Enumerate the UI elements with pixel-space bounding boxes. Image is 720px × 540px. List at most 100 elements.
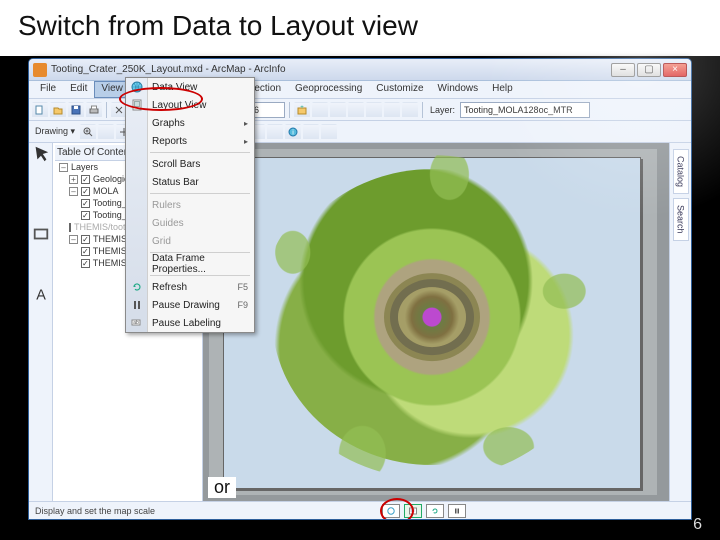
checkbox[interactable]: ✓: [81, 199, 90, 208]
select-elements-icon[interactable]: [267, 124, 283, 140]
catalog-icon[interactable]: [348, 102, 364, 118]
menu-pause-drawing[interactable]: Pause Drawing F9: [126, 296, 254, 314]
toc-layers[interactable]: Layers: [71, 162, 98, 172]
draw-tools-palette: A: [29, 143, 53, 501]
menu-item-label: Guides: [152, 218, 184, 229]
app-icon: [33, 63, 47, 77]
menu-item-label: Status Bar: [152, 177, 199, 188]
view-toggle-buttons: [382, 504, 466, 518]
menu-statusbar[interactable]: Status Bar: [126, 173, 254, 191]
zoom-out-icon[interactable]: [98, 124, 114, 140]
drawing-label: Drawing ▾: [32, 126, 78, 137]
python-icon[interactable]: [384, 102, 400, 118]
menu-scrollbars[interactable]: Scroll Bars: [126, 155, 254, 173]
expand-icon[interactable]: –: [69, 235, 78, 244]
new-icon[interactable]: [32, 102, 48, 118]
expand-icon[interactable]: +: [69, 175, 78, 184]
menu-item-label: Layout View: [152, 100, 206, 111]
statusbar: Display and set the map scale: [29, 501, 691, 519]
menu-refresh[interactable]: Refresh F5: [126, 278, 254, 296]
polygon-icon[interactable]: [32, 245, 50, 263]
refresh-icon: [130, 280, 144, 294]
svg-text:+: +: [300, 105, 304, 111]
checkbox[interactable]: ✓: [81, 259, 90, 268]
text-icon[interactable]: A: [32, 285, 50, 303]
print-icon[interactable]: [86, 102, 102, 118]
marker-icon[interactable]: [32, 305, 50, 323]
identify-icon[interactable]: i: [285, 124, 301, 140]
menu-item-label: Graphs: [152, 118, 185, 129]
rectangle-icon[interactable]: [32, 225, 50, 243]
layer-label: Layer:: [427, 105, 458, 115]
svg-text:ab: ab: [133, 320, 139, 326]
checkbox[interactable]: ✓: [81, 235, 90, 244]
menu-windows[interactable]: Windows: [431, 81, 486, 98]
editor-icon[interactable]: [312, 102, 328, 118]
menu-graphs[interactable]: Graphs ▸: [126, 114, 254, 132]
menu-reports[interactable]: Reports ▸: [126, 132, 254, 150]
menu-item-label: Pause Labeling: [152, 318, 221, 329]
zoom-in-icon[interactable]: [80, 124, 96, 140]
label-icon: ab: [130, 316, 144, 330]
edit-vertices-icon[interactable]: [32, 325, 50, 343]
expand-icon[interactable]: –: [59, 163, 68, 172]
measure-icon[interactable]: [321, 124, 337, 140]
menu-item-label: Grid: [152, 236, 171, 247]
menu-item-label: Scroll Bars: [152, 159, 200, 170]
menu-edit[interactable]: Edit: [63, 81, 94, 98]
pause-icon: [130, 298, 144, 312]
search-icon[interactable]: [366, 102, 382, 118]
menu-pause-labeling[interactable]: ab Pause Labeling: [126, 314, 254, 332]
menu-customize[interactable]: Customize: [369, 81, 430, 98]
shortcut-label: F9: [237, 300, 248, 310]
chevron-right-icon: ▸: [244, 119, 248, 128]
menu-file[interactable]: File: [33, 81, 63, 98]
menu-geoprocessing[interactable]: Geoprocessing: [288, 81, 369, 98]
refresh-view-button[interactable]: [426, 504, 444, 518]
checkbox[interactable]: [69, 223, 71, 232]
select-tool-icon[interactable]: [32, 145, 50, 163]
globe-icon: [130, 80, 144, 94]
view-menu-dropdown: Data View Layout View Graphs ▸ Reports ▸ S…: [125, 77, 255, 333]
svg-text:A: A: [36, 287, 46, 303]
menu-dataframe-properties[interactable]: Data Frame Properties...: [126, 255, 254, 273]
page-icon: [130, 98, 144, 112]
menu-item-label: Refresh: [152, 282, 187, 293]
find-icon[interactable]: [303, 124, 319, 140]
add-data-icon[interactable]: +: [294, 102, 310, 118]
zoom-tool-icon[interactable]: [32, 185, 50, 203]
checkbox[interactable]: ✓: [81, 187, 90, 196]
open-icon[interactable]: [50, 102, 66, 118]
shortcut-label: F5: [237, 282, 248, 292]
rotate-icon[interactable]: [32, 165, 50, 183]
checkbox[interactable]: ✓: [81, 211, 90, 220]
menu-item-label: Data View: [152, 82, 197, 93]
menu-data-view[interactable]: Data View: [126, 78, 254, 96]
menu-item-label: Rulers: [152, 200, 181, 211]
layout-view-button[interactable]: [404, 504, 422, 518]
checkbox[interactable]: ✓: [81, 247, 90, 256]
status-hint: Display and set the map scale: [35, 506, 155, 516]
menu-item-label: Reports: [152, 136, 187, 147]
toolbox-icon[interactable]: [402, 102, 418, 118]
data-view-button[interactable]: [382, 504, 400, 518]
menu-grid: Grid: [126, 232, 254, 250]
pan-tool-icon[interactable]: [32, 205, 50, 223]
checkbox[interactable]: ✓: [81, 175, 90, 184]
slide-title: Switch from Data to Layout view: [18, 10, 428, 42]
expand-icon[interactable]: –: [69, 187, 78, 196]
pause-view-button[interactable]: [448, 504, 466, 518]
line-icon[interactable]: [32, 265, 50, 283]
chevron-right-icon: ▸: [244, 137, 248, 146]
menu-item-label: Pause Drawing: [152, 300, 220, 311]
menu-layout-view[interactable]: Layout View: [126, 96, 254, 114]
menu-rulers: Rulers: [126, 196, 254, 214]
or-label: or: [208, 477, 236, 498]
toc-icon[interactable]: [330, 102, 346, 118]
toc-item[interactable]: MOLA: [93, 186, 119, 196]
save-icon[interactable]: [68, 102, 84, 118]
page-number: 6: [693, 516, 702, 534]
menu-guides: Guides: [126, 214, 254, 232]
window-title: Tooting_Crater_250K_Layout.mxd - ArcMap …: [51, 64, 286, 75]
menu-item-label: Data Frame Properties...: [152, 253, 248, 275]
